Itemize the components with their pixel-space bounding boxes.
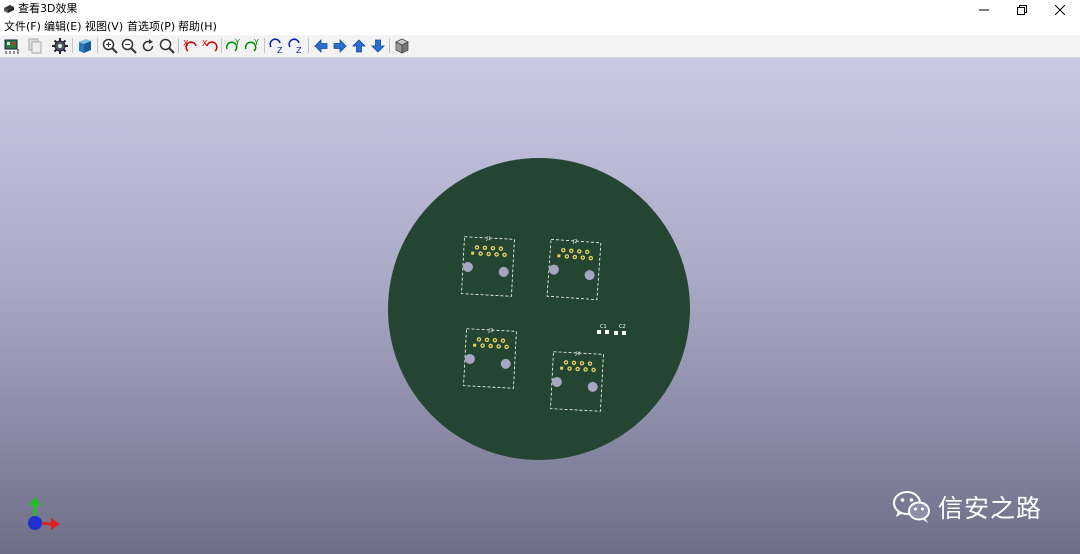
move-left-icon (314, 39, 328, 53)
close-button[interactable] (1040, 0, 1080, 19)
ortho-view-icon (395, 38, 409, 54)
move-up-icon (352, 39, 366, 53)
rotate-x-cw-button[interactable]: X (182, 37, 200, 55)
zoom-out-button[interactable] (120, 37, 138, 55)
minimize-icon (979, 9, 989, 10)
move-down-icon (371, 39, 385, 53)
title-bar: 查看3D效果 (0, 0, 1080, 19)
restore-icon (1017, 4, 1027, 15)
3d-viewport[interactable]: J1 J2 J3 J4 C1 C2 (0, 58, 1080, 554)
move-right-button[interactable] (331, 37, 349, 55)
box-3d-icon (79, 39, 91, 53)
svg-text:Z: Z (277, 46, 283, 55)
menu-bar: 文件(F) 编辑(E) 视图(V) 首选项(P) 帮助(H) (0, 19, 1080, 35)
toolbar-separator (389, 38, 390, 53)
move-down-button[interactable] (369, 37, 387, 55)
menu-preferences[interactable]: 首选项(P) (127, 20, 175, 34)
zoom-out-icon (121, 38, 137, 54)
watermark: 信安之路 (892, 487, 1042, 527)
menu-file[interactable]: 文件(F) (4, 20, 41, 34)
reload-board-button[interactable] (3, 37, 21, 55)
label-c1: C1 (600, 324, 607, 330)
toolbar: X X Y Y Z Z (0, 35, 1080, 58)
toolbar-separator (178, 38, 179, 53)
rotate-z-ccw-button[interactable]: Z (287, 37, 305, 55)
move-left-button[interactable] (312, 37, 330, 55)
settings-button[interactable] (51, 37, 69, 55)
zoom-fit-button[interactable] (158, 37, 176, 55)
rotate-y-ccw-icon: Y (244, 38, 259, 52)
zoom-fit-icon (159, 38, 175, 54)
redraw-button[interactable] (139, 37, 157, 55)
x-axis-arrow-icon (51, 518, 60, 530)
rotate-x-cw-icon: X (183, 39, 197, 52)
toolbar-separator (72, 38, 73, 53)
rotate-x-ccw-button[interactable]: X (201, 37, 219, 55)
zoom-in-button[interactable] (101, 37, 119, 55)
menu-view[interactable]: 视图(V) (85, 20, 123, 34)
rotate-y-cw-icon: Y (225, 38, 240, 52)
label-c2: C2 (619, 324, 626, 330)
z-axis-dot (28, 516, 42, 530)
toolbar-separator (264, 38, 265, 53)
svg-text:X: X (202, 39, 208, 48)
menu-edit[interactable]: 编辑(E) (44, 20, 82, 34)
toolbar-separator (308, 38, 309, 53)
zoom-in-icon (102, 38, 118, 54)
rotate-z-ccw-icon: Z (288, 38, 302, 55)
pcb-board (388, 158, 690, 460)
wechat-icon (893, 491, 930, 523)
app-3d-viewer-icon (4, 5, 14, 13)
rotate-z-cw-icon: Z (269, 38, 283, 55)
svg-text:Z: Z (296, 46, 302, 55)
label-j2: J2 (572, 239, 578, 245)
window-title: 查看3D效果 (18, 2, 78, 15)
copy-image-button[interactable] (26, 37, 44, 55)
rotate-z-cw-button[interactable]: Z (268, 37, 286, 55)
pcb-render: J1 J2 J3 J4 C1 C2 (388, 158, 690, 460)
move-up-button[interactable] (350, 37, 368, 55)
label-j4: J4 (574, 351, 580, 357)
move-right-icon (333, 39, 347, 53)
label-j3: J3 (487, 328, 493, 334)
reload-board-icon (4, 39, 19, 54)
settings-gear-icon (52, 38, 68, 54)
ortho-view-button[interactable] (393, 37, 411, 55)
toolbar-separator (221, 38, 222, 53)
copy-image-icon (28, 38, 42, 54)
minimize-button[interactable] (964, 0, 1004, 19)
redraw-icon (142, 39, 154, 52)
rotate-y-ccw-button[interactable]: Y (244, 37, 262, 55)
label-j1: J1 (485, 236, 491, 242)
toolbar-separator (97, 38, 98, 53)
rotate-y-cw-button[interactable]: Y (225, 37, 243, 55)
axis-indicator (28, 497, 60, 530)
y-axis-arrow-icon (29, 497, 41, 506)
menu-help[interactable]: 帮助(H) (178, 20, 217, 34)
watermark-text: 信安之路 (938, 494, 1043, 523)
rotate-x-ccw-icon: X (202, 39, 218, 52)
close-icon (1055, 4, 1065, 15)
box-3d-button[interactable] (76, 37, 94, 55)
restore-button[interactable] (1002, 0, 1042, 19)
